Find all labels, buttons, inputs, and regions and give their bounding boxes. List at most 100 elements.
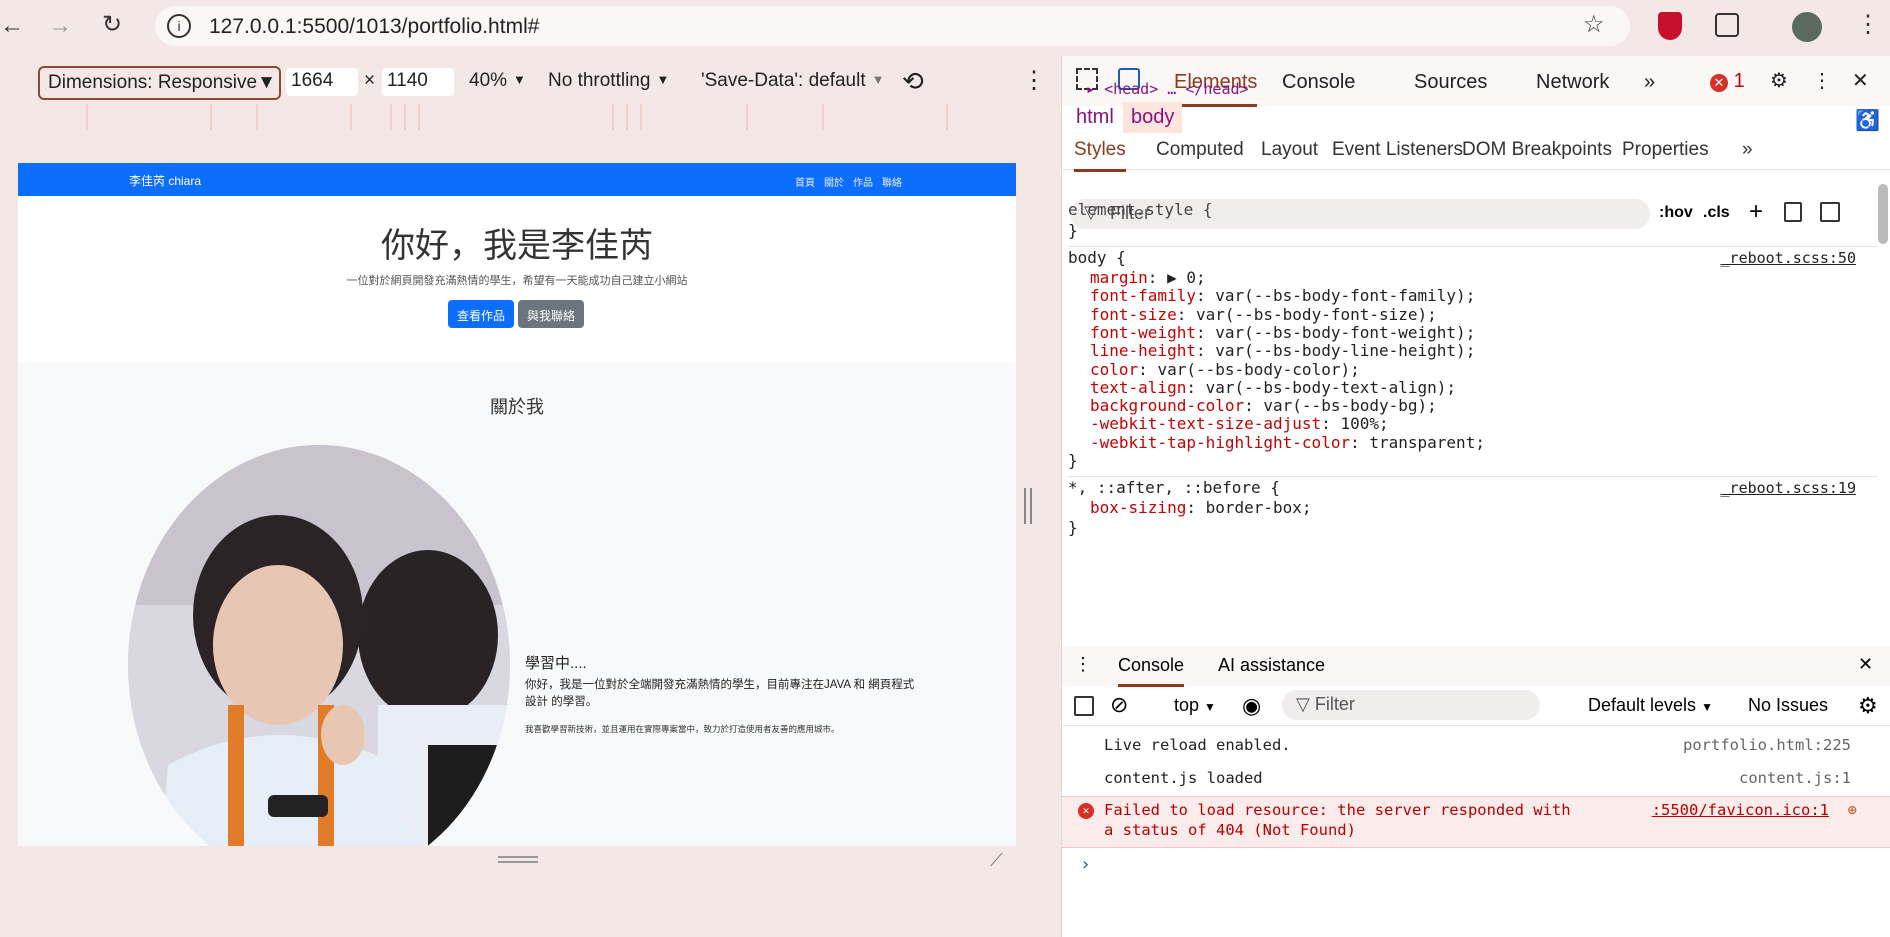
reload-icon[interactable]: ↻ <box>102 13 122 37</box>
breadcrumb-html[interactable]: html <box>1072 104 1118 131</box>
devtools-menu-icon[interactable]: ⋮ <box>1812 68 1832 93</box>
nav-home[interactable]: 首頁 <box>795 174 815 189</box>
bookmark-star-icon[interactable]: ☆ <box>1583 13 1605 37</box>
style-rule[interactable]: box-sizing: border-box; <box>1090 498 1312 517</box>
hov-toggle[interactable]: :hov <box>1659 204 1693 222</box>
zoom-dropdown[interactable]: 40% ▼ <box>469 70 526 92</box>
console-prompt[interactable]: › <box>1062 854 1890 882</box>
drawer-tab-ai-assistance[interactable]: AI assistance <box>1218 655 1325 676</box>
site-brand[interactable]: 李佳芮 chiara <box>129 172 201 189</box>
profile-avatar[interactable] <box>1792 12 1822 42</box>
style-rule[interactable]: color: var(--bs-body-color); <box>1090 360 1360 379</box>
console-message-source[interactable]: portfolio.html:225 <box>1683 736 1851 754</box>
ai-explain-icon[interactable]: ⊕ <box>1848 801 1857 819</box>
style-rule[interactable]: -webkit-tap-highlight-color: transparent… <box>1090 433 1485 452</box>
tab-network[interactable]: Network <box>1536 71 1609 94</box>
new-rule-icon[interactable]: + <box>1749 198 1763 226</box>
body-selector[interactable]: body { <box>1068 248 1126 267</box>
subtab-properties[interactable]: Properties <box>1622 139 1709 161</box>
rule-property: box-sizing <box>1090 498 1187 517</box>
height-input[interactable]: 1140 <box>382 68 454 96</box>
hero-title: 你好，我是李佳芮 <box>381 227 653 265</box>
error-badge[interactable]: ✕ 1 <box>1710 70 1745 93</box>
head-node[interactable]: ▸ <head> … </head> <box>1086 80 1249 98</box>
save-data-dropdown[interactable]: 'Save-Data': default ▼ <box>701 70 885 92</box>
more-subtabs-icon[interactable]: » <box>1742 139 1753 161</box>
nav-about[interactable]: 關於 <box>824 174 844 189</box>
style-rule[interactable]: -webkit-text-size-adjust: 100%; <box>1090 414 1389 433</box>
error-source-link[interactable]: :5500/favicon.ico:1 <box>1652 801 1829 819</box>
throttling-label: No throttling <box>548 70 651 91</box>
browser-menu-icon[interactable]: ⋮ <box>1856 13 1880 37</box>
style-rule[interactable]: font-family: var(--bs-body-font-family); <box>1090 286 1475 305</box>
body-rule-source[interactable]: _reboot.scss:50 <box>1721 249 1856 267</box>
context-dropdown[interactable]: top ▼ <box>1174 695 1216 716</box>
style-rule[interactable]: text-align: var(--bs-body-text-align); <box>1090 378 1456 397</box>
tab-sources[interactable]: Sources <box>1414 71 1487 94</box>
width-input[interactable]: 1664 <box>286 68 358 96</box>
style-rule[interactable]: line-height: var(--bs-body-line-height); <box>1090 341 1475 360</box>
console-settings-icon[interactable]: ⚙ <box>1858 693 1878 719</box>
style-rule[interactable]: background-color: var(--bs-body-bg); <box>1090 396 1437 415</box>
rule-property: margin <box>1090 268 1148 287</box>
subtab-styles[interactable]: Styles <box>1074 139 1126 172</box>
console-sidebar-icon[interactable] <box>1074 696 1094 716</box>
view-works-button[interactable]: 查看作品 <box>448 300 515 328</box>
log-levels-dropdown[interactable]: Default levels ▼ <box>1588 695 1713 716</box>
universal-selector[interactable]: *, ::after, ::before { <box>1068 478 1280 497</box>
subtab-event-listeners[interactable]: Event Listeners <box>1332 139 1463 161</box>
more-options-icon[interactable]: ⋮ <box>1022 66 1046 95</box>
hero-section: 你好，我是李佳芮 一位對於網頁開發充滿熱情的學生，希望有一天能成功自己建立小網站… <box>18 196 1016 363</box>
drawer-menu-icon[interactable]: ⋮ <box>1074 654 1092 675</box>
nav-works[interactable]: 作品 <box>853 174 873 189</box>
rule-property: line-height <box>1090 341 1196 361</box>
contact-me-button[interactable]: 與我聯絡 <box>518 300 585 328</box>
clear-console-icon[interactable]: ⊘ <box>1110 692 1128 718</box>
settings-gear-icon[interactable]: ⚙ <box>1770 68 1788 93</box>
address-bar[interactable]: i 127.0.0.1:5500/1013/portfolio.html# ☆ <box>155 6 1630 46</box>
rule-property: font-family <box>1090 286 1196 306</box>
paint-brush-icon[interactable] <box>1784 202 1802 222</box>
rule-property: text-align <box>1090 377 1187 397</box>
back-icon[interactable]: ← <box>0 14 24 38</box>
log-levels-label: Default levels <box>1588 695 1697 715</box>
caret-down-icon: ▼ <box>1204 700 1216 714</box>
resize-corner-icon[interactable]: ⟋ <box>990 850 1003 871</box>
toggle-sidebar-icon[interactable] <box>1820 202 1840 222</box>
extension-shield-icon[interactable] <box>1658 12 1682 40</box>
nav-contact[interactable]: 聯絡 <box>882 174 902 189</box>
element-style-selector[interactable]: element.style { <box>1068 200 1213 219</box>
extensions-puzzle-icon[interactable] <box>1715 13 1739 37</box>
subtab-layout[interactable]: Layout <box>1261 139 1318 161</box>
style-rule[interactable]: font-size: var(--bs-body-font-size); <box>1090 305 1437 324</box>
universal-rule-source[interactable]: _reboot.scss:19 <box>1721 479 1856 497</box>
forward-icon[interactable]: → <box>48 14 72 38</box>
context-label: top <box>1174 695 1200 715</box>
site-info-icon[interactable]: i <box>167 14 191 38</box>
resize-handle-bottom[interactable] <box>498 856 538 858</box>
close-drawer-icon[interactable]: ✕ <box>1858 654 1873 675</box>
drawer-tab-console[interactable]: Console <box>1118 655 1185 687</box>
throttling-dropdown[interactable]: No throttling ▼ <box>548 70 669 92</box>
resize-handle-right[interactable] <box>1024 488 1032 524</box>
cls-toggle[interactable]: .cls <box>1703 204 1730 222</box>
issues-count[interactable]: No Issues <box>1748 695 1828 716</box>
close-devtools-icon[interactable]: ✕ <box>1852 68 1869 93</box>
style-rule[interactable]: font-weight: var(--bs-body-font-weight); <box>1090 323 1475 342</box>
url-text[interactable]: 127.0.0.1:5500/1013/portfolio.html# <box>209 15 539 39</box>
live-expression-eye-icon[interactable]: ◉ <box>1242 693 1261 719</box>
rotate-icon[interactable]: ⟲ <box>902 66 924 97</box>
style-rule[interactable]: margin: ▶ 0; <box>1090 268 1206 287</box>
breadcrumb-body[interactable]: body <box>1123 102 1183 133</box>
save-data-label: 'Save-Data': default <box>701 70 866 91</box>
tab-console[interactable]: Console <box>1282 71 1355 94</box>
dimensions-dropdown[interactable]: Dimensions: Responsive▼ <box>38 66 281 100</box>
subtab-computed[interactable]: Computed <box>1156 139 1244 161</box>
console-filter-input[interactable]: ▽ Filter <box>1282 690 1540 720</box>
console-message-source[interactable]: content.js:1 <box>1739 769 1851 787</box>
styles-scrollbar[interactable] <box>1878 184 1888 244</box>
more-tabs-icon[interactable]: » <box>1644 71 1655 94</box>
subtab-dom-breakpoints[interactable]: DOM Breakpoints <box>1462 139 1612 161</box>
profile-photo <box>128 445 510 846</box>
viewport-resize-bar[interactable]: ⟋ <box>18 846 1016 874</box>
